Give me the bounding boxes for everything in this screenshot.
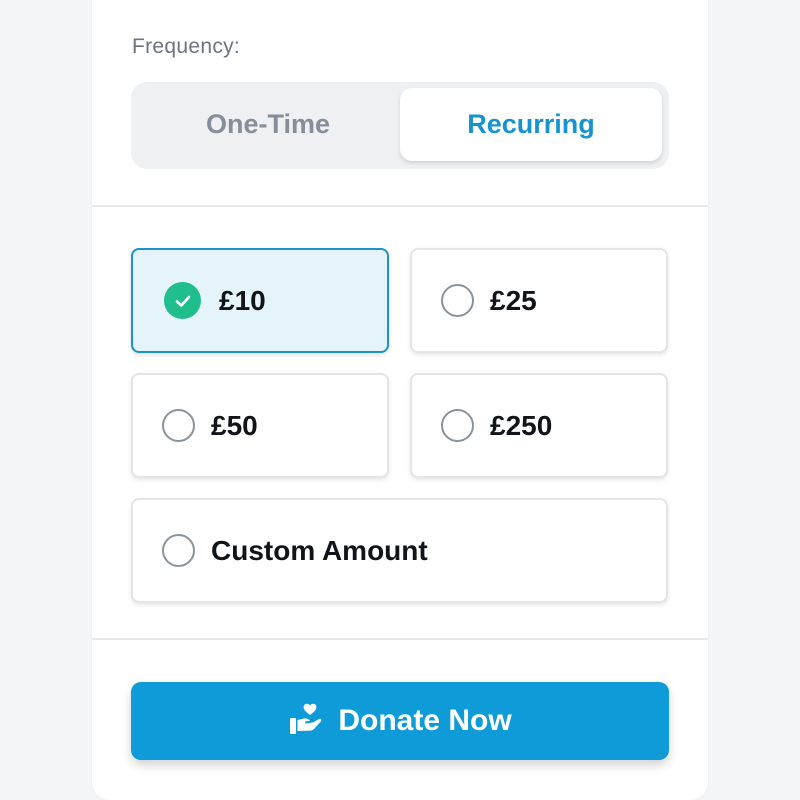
amount-label: £25 <box>490 284 537 316</box>
amount-label: £10 <box>219 284 266 316</box>
amount-option-custom[interactable]: Custom Amount <box>131 498 668 603</box>
amount-label: Custom Amount <box>211 534 428 566</box>
radio-icon <box>162 409 195 442</box>
checkmark-icon <box>164 282 201 319</box>
divider <box>92 638 708 640</box>
hand-heart-icon <box>288 702 324 741</box>
donate-now-label: Donate Now <box>338 704 512 737</box>
frequency-toggle: One-Time Recurring <box>131 82 669 169</box>
amount-option-25[interactable]: £25 <box>410 248 668 353</box>
divider <box>92 205 708 207</box>
frequency-label: Frequency: <box>132 35 241 58</box>
amount-label: £250 <box>490 409 553 441</box>
radio-icon <box>162 534 195 567</box>
radio-icon <box>441 284 474 317</box>
donate-now-button[interactable]: Donate Now <box>131 682 669 760</box>
amount-option-10[interactable]: £10 <box>131 248 389 353</box>
frequency-one-time-option[interactable]: One-Time <box>137 88 399 161</box>
amount-option-250[interactable]: £250 <box>410 373 668 478</box>
amount-option-50[interactable]: £50 <box>131 373 389 478</box>
radio-icon <box>441 409 474 442</box>
frequency-recurring-option[interactable]: Recurring <box>400 88 662 161</box>
amount-label: £50 <box>211 409 258 441</box>
